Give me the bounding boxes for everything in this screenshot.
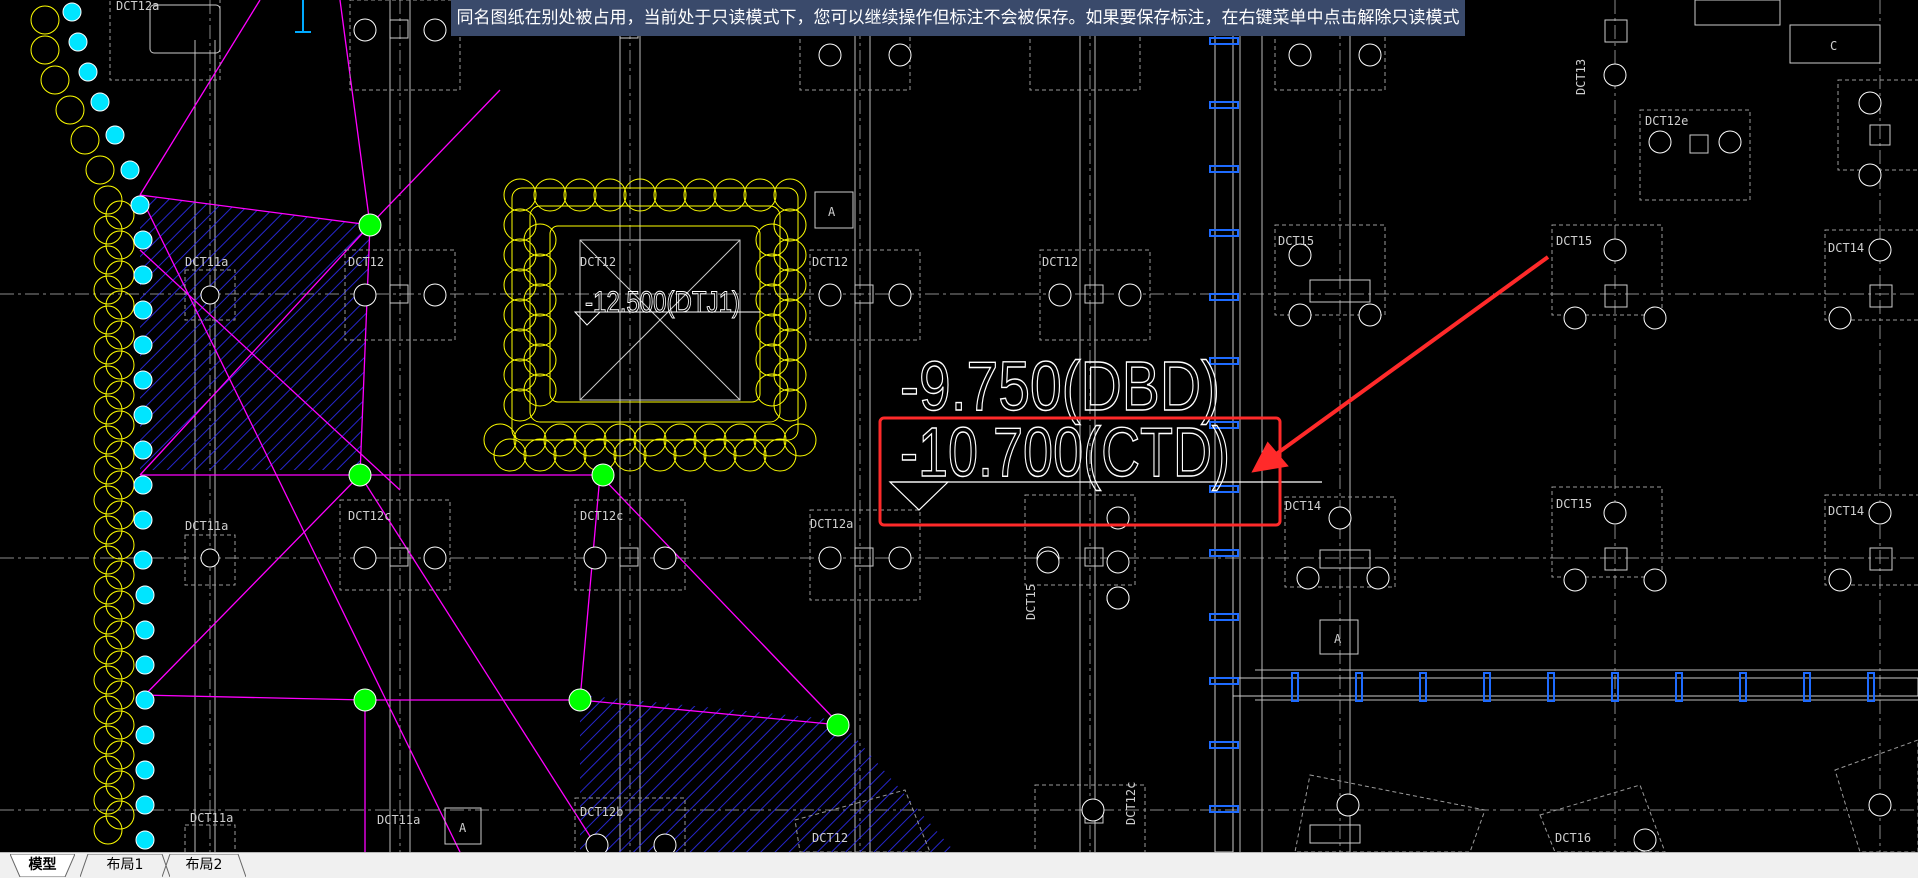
- svg-text:DCT12b: DCT12b: [580, 805, 623, 819]
- svg-text:DCT11a: DCT11a: [377, 813, 420, 827]
- svg-text:DCT11a: DCT11a: [190, 811, 233, 825]
- svg-text:DCT15: DCT15: [1556, 497, 1592, 511]
- cad-drawing-canvas[interactable]: DCT12a DCT12 DCT12 DCT12 DCT12 DCT15 DCT…: [0, 0, 1918, 852]
- svg-text:DCT15: DCT15: [1556, 234, 1592, 248]
- svg-text:DCT12e: DCT12e: [1645, 114, 1688, 128]
- readonly-banner: 同名图纸在别处被占用，当前处于只读模式下，您可以继续操作但标注不会被保存。如果要…: [451, 0, 1465, 36]
- elevation-ctd-text: -10.700(CTD): [900, 413, 1230, 491]
- svg-text:DCT12: DCT12: [812, 255, 848, 269]
- svg-text:A: A: [828, 205, 836, 219]
- svg-text:DCT12: DCT12: [348, 255, 384, 269]
- svg-text:DCT11a: DCT11a: [185, 255, 228, 269]
- svg-text:DCT12: DCT12: [1042, 255, 1078, 269]
- svg-text:DCT12c: DCT12c: [1124, 782, 1138, 825]
- tab-layout1[interactable]: 布局1: [80, 854, 170, 877]
- svg-text:DCT12a: DCT12a: [810, 517, 853, 531]
- svg-text:DCT12: DCT12: [812, 831, 848, 845]
- svg-text:DCT15: DCT15: [1278, 234, 1314, 248]
- svg-text:DCT14: DCT14: [1285, 499, 1321, 513]
- svg-text:DCT12: DCT12: [580, 255, 616, 269]
- tab-model[interactable]: 模型: [10, 854, 75, 877]
- svg-text:DCT14: DCT14: [1828, 504, 1864, 518]
- svg-text:DCT16: DCT16: [1555, 831, 1591, 845]
- elevation-large: -9.750(DBD) -10.700(CTD): [888, 346, 1322, 511]
- svg-text:DCT12c: DCT12c: [348, 509, 391, 523]
- misc-marker: [295, 0, 311, 33]
- svg-text:DCT13: DCT13: [1574, 59, 1588, 95]
- svg-text:-12.500(DTJ1): -12.500(DTJ1): [585, 286, 740, 319]
- svg-text:DCT15: DCT15: [1024, 584, 1038, 620]
- tab-layout2[interactable]: 布局2: [162, 854, 246, 877]
- left-pile-wall: [30, 2, 155, 850]
- svg-text:DCT12a: DCT12a: [116, 0, 159, 13]
- svg-text:DCT11a: DCT11a: [185, 519, 228, 533]
- svg-text:DCT14: DCT14: [1828, 241, 1864, 255]
- svg-text:A: A: [1334, 632, 1342, 646]
- yellow-pile-ring: [483, 178, 817, 472]
- layout-tab-bar: 模型 布局1 布局2: [0, 852, 1918, 878]
- rotated-caps: [794, 739, 1918, 852]
- svg-text:A: A: [459, 821, 467, 835]
- svg-text:DCT12c: DCT12c: [580, 509, 623, 523]
- elevation-small: -12.500(DTJ1): [573, 286, 760, 326]
- svg-text:C: C: [1830, 39, 1837, 53]
